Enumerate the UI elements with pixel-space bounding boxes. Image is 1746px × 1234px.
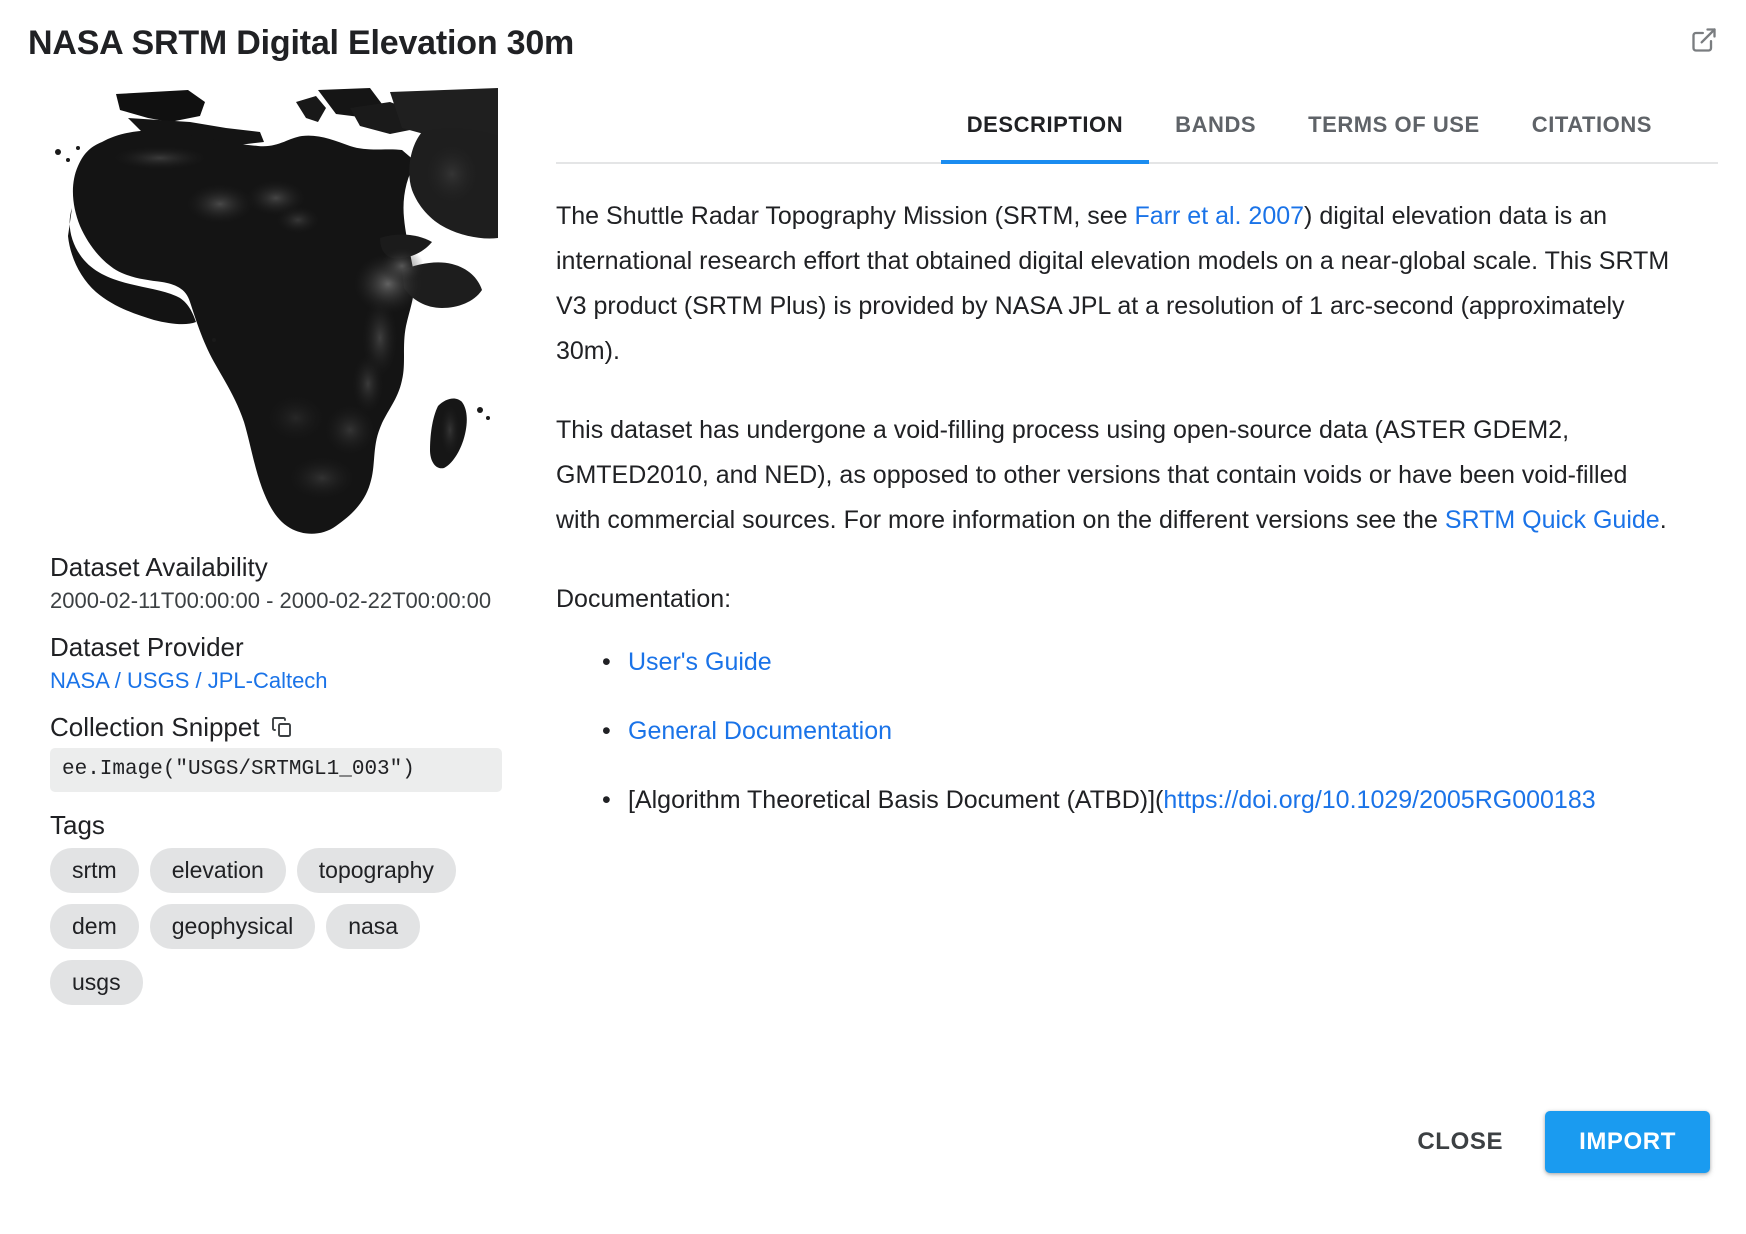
farr-2007-link[interactable]: Farr et al. 2007 (1135, 202, 1305, 230)
copy-glyph (270, 715, 294, 739)
tag-chip[interactable]: srtm (50, 848, 139, 893)
page-title: NASA SRTM Digital Elevation 30m (28, 22, 1718, 64)
tab-bands[interactable]: BANDS (1149, 112, 1282, 164)
list-item: User's Guide (628, 640, 1678, 685)
dataset-sidebar: Dataset Availability 2000-02-11T00:00:00… (28, 74, 528, 1005)
atbd-markdown-prefix: [Algorithm Theoretical Basis Document (A… (628, 786, 1163, 814)
collection-snippet-box[interactable]: ee.Image("USGS/SRTMGL1_003") (50, 748, 502, 792)
atbd-doi-link[interactable]: https://doi.org/10.1029/2005RG000183 (1163, 786, 1595, 814)
collection-snippet-code: ee.Image("USGS/SRTMGL1_003") (62, 758, 415, 781)
dataset-provider-link[interactable]: NASA / USGS / JPL-Caltech (50, 668, 328, 693)
tab-description[interactable]: DESCRIPTION (941, 112, 1149, 164)
description-paragraph-1: The Shuttle Radar Topography Mission (SR… (556, 194, 1678, 374)
tag-chip[interactable]: usgs (50, 960, 143, 1005)
tab-bar: DESCRIPTION BANDS TERMS OF USE CITATIONS (556, 86, 1718, 164)
tag-chip[interactable]: dem (50, 904, 139, 949)
para1-text-before: The Shuttle Radar Topography Mission (SR… (556, 202, 1135, 230)
dataset-availability-label: Dataset Availability (50, 550, 528, 584)
dialog-footer: CLOSE IMPORT (0, 1084, 1746, 1234)
dataset-availability-value: 2000-02-11T00:00:00 - 2000-02-22T00:00:0… (50, 586, 528, 616)
collection-snippet-label: Collection Snippet (50, 710, 260, 744)
dialog-body: Dataset Availability 2000-02-11T00:00:00… (0, 74, 1746, 1084)
tag-chip[interactable]: elevation (150, 848, 286, 893)
srtm-quick-guide-link[interactable]: SRTM Quick Guide (1445, 506, 1660, 534)
documentation-list: User's Guide General Documentation [Algo… (556, 640, 1678, 823)
external-link-glyph (1690, 26, 1718, 54)
tag-chip[interactable]: geophysical (150, 904, 315, 949)
srtm-elevation-preview (50, 88, 498, 536)
description-content: The Shuttle Radar Topography Mission (SR… (556, 194, 1718, 823)
import-button[interactable]: IMPORT (1545, 1111, 1710, 1173)
close-button[interactable]: CLOSE (1391, 1112, 1529, 1172)
tab-citations[interactable]: CITATIONS (1506, 112, 1678, 164)
open-in-new-icon[interactable] (1684, 20, 1724, 60)
tag-list: srtm elevation topography dem geophysica… (50, 848, 520, 1005)
description-paragraph-2: This dataset has undergone a void-fillin… (556, 408, 1678, 543)
dialog-header: NASA SRTM Digital Elevation 30m (0, 0, 1746, 74)
tags-label: Tags (50, 808, 528, 842)
general-documentation-link[interactable]: General Documentation (628, 717, 892, 745)
dataset-detail-panel: DESCRIPTION BANDS TERMS OF USE CITATIONS… (528, 74, 1718, 847)
dataset-thumbnail (50, 88, 498, 536)
dataset-provider-label: Dataset Provider (50, 630, 528, 664)
collection-snippet-header: Collection Snippet (50, 710, 528, 744)
content-copy-icon[interactable] (268, 713, 296, 741)
documentation-label: Documentation: (556, 577, 1678, 622)
tag-chip[interactable]: topography (297, 848, 456, 893)
list-item: General Documentation (628, 709, 1678, 754)
para2-text-after: . (1660, 506, 1667, 534)
users-guide-link[interactable]: User's Guide (628, 648, 772, 676)
tag-chip[interactable]: nasa (326, 904, 420, 949)
tab-terms-of-use[interactable]: TERMS OF USE (1282, 112, 1506, 164)
list-item: [Algorithm Theoretical Basis Document (A… (628, 778, 1678, 823)
